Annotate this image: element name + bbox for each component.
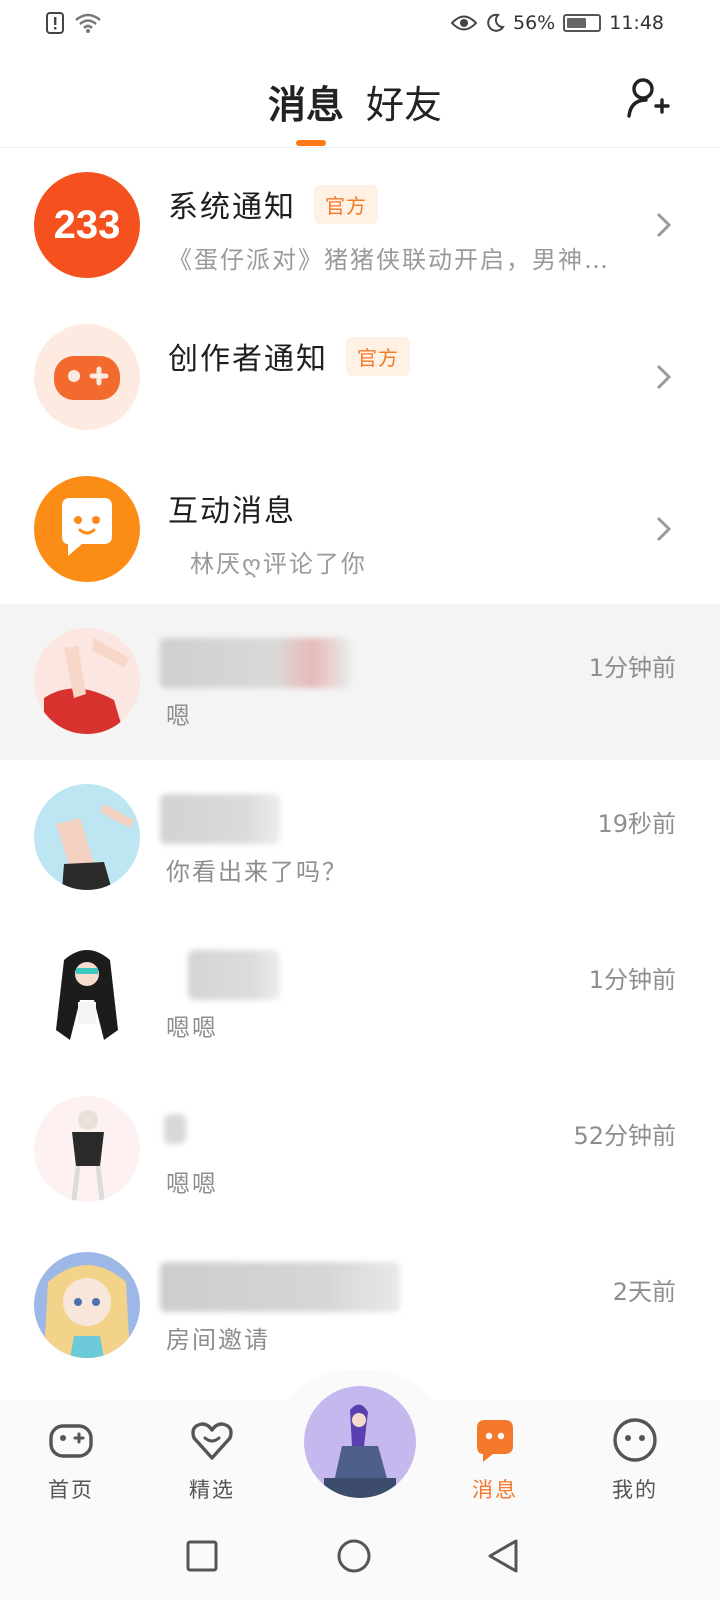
svg-text:233: 233 (54, 203, 121, 247)
clock: 11:48 (609, 12, 664, 34)
official-badge: 官方 (314, 184, 378, 224)
nav-label: 我的 (612, 1478, 658, 1502)
nav-label: 消息 (472, 1478, 518, 1502)
chevron-right-icon (656, 516, 672, 542)
battery-percent: 56% (513, 12, 556, 34)
system-notice-row[interactable]: 233 系统通知 官方 《蛋仔派对》猪猪侠联动开启，男神… (0, 148, 720, 304)
chat-row[interactable]: 1分钟前 嗯嗯 (0, 916, 720, 1072)
chat-time: 1分钟前 (588, 966, 676, 994)
recents-square-icon[interactable] (186, 1540, 218, 1572)
add-friend-icon[interactable] (626, 76, 670, 120)
avatar (34, 1096, 140, 1202)
creator-gamepad-icon (34, 324, 140, 430)
redacted-username (160, 1262, 400, 1312)
alert-icon (46, 12, 64, 34)
chevron-right-icon (656, 364, 672, 390)
back-triangle-icon[interactable] (486, 1538, 520, 1574)
nav-featured[interactable]: 精选 (162, 1416, 262, 1504)
row-subtitle: 林厌ღ评论了你 (190, 550, 367, 578)
chat-last-message: 嗯嗯 (166, 1170, 218, 1198)
message-bubble-icon (477, 1420, 513, 1462)
chat-row[interactable]: 1分钟前 嗯 (0, 604, 720, 760)
chat-row[interactable]: 52分钟前 嗯嗯 (0, 1072, 720, 1228)
redacted-username (188, 950, 280, 1000)
nav-home[interactable]: 首页 (21, 1416, 121, 1504)
chat-last-message: 嗯 (166, 702, 192, 730)
heart-icon (191, 1422, 233, 1460)
smiley-icon (613, 1418, 657, 1462)
redacted-username (160, 794, 280, 844)
chat-time: 52分钟前 (573, 1122, 676, 1150)
avatar (34, 940, 140, 1046)
row-subtitle: 《蛋仔派对》猪猪侠联动开启，男神… (168, 246, 610, 274)
chat-time: 1分钟前 (588, 654, 676, 682)
official-badge: 官方 (346, 336, 410, 376)
top-header: 消息 好友 (0, 48, 720, 148)
nav-label: 首页 (48, 1478, 94, 1502)
eye-icon (451, 15, 477, 31)
redacted-username (160, 638, 350, 688)
battery-icon (563, 14, 602, 32)
tab-messages[interactable]: 消息 (268, 74, 344, 129)
avatar (34, 784, 140, 890)
chat-time: 19秒前 (597, 810, 676, 838)
system-notice-logo: 233 (34, 172, 140, 278)
moon-icon (487, 13, 505, 32)
interaction-message-row[interactable]: 互动消息 林厌ღ评论了你 (0, 452, 720, 608)
redacted-username (164, 1114, 186, 1144)
chat-time: 2天前 (612, 1278, 676, 1306)
chat-bubble-icon (34, 476, 140, 582)
center-profile-avatar[interactable] (304, 1386, 416, 1498)
active-tab-indicator (296, 140, 326, 146)
row-title: 创作者通知 (168, 342, 328, 377)
chat-row[interactable]: 19秒前 你看出来了吗？ (0, 760, 720, 916)
gamepad-icon (49, 1424, 93, 1458)
row-title: 互动消息 (168, 494, 296, 529)
chat-last-message: 房间邀请 (166, 1326, 270, 1354)
chat-row[interactable]: 2天前 房间邀请 (0, 1228, 720, 1384)
avatar (34, 1252, 140, 1358)
nav-label: 精选 (189, 1478, 235, 1502)
nav-messages[interactable]: 消息 (445, 1416, 545, 1504)
chevron-right-icon (656, 212, 672, 238)
row-title: 系统通知 (168, 190, 296, 225)
wifi-icon (75, 13, 101, 33)
chat-last-message: 嗯嗯 (166, 1014, 218, 1042)
status-bar: 56% 11:48 (0, 0, 720, 48)
creator-notice-row[interactable]: 创作者通知 官方 (0, 300, 720, 456)
system-nav-bar (0, 1516, 720, 1600)
avatar (34, 628, 140, 734)
nav-mine[interactable]: 我的 (585, 1416, 685, 1504)
tab-friends[interactable]: 好友 (366, 74, 442, 129)
home-circle-icon[interactable] (336, 1538, 372, 1574)
chat-last-message: 你看出来了吗？ (166, 858, 348, 886)
